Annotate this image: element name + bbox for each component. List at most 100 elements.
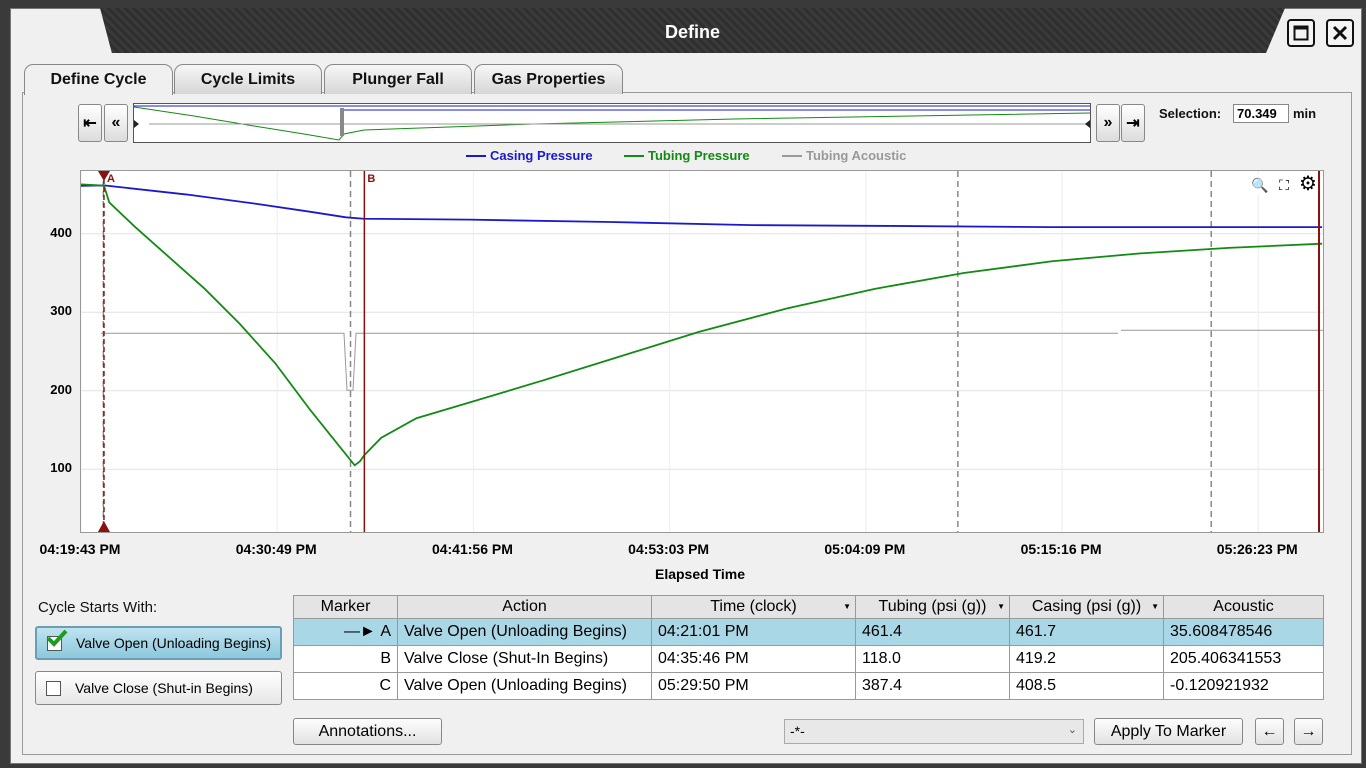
- col-tubing-label: Tubing (psi (g)): [878, 598, 987, 615]
- marker-dropdown[interactable]: -*- ⌄: [784, 719, 1084, 744]
- cell-tubing: 387.4: [855, 672, 1010, 700]
- apply-to-marker-button[interactable]: Apply To Marker: [1094, 718, 1243, 745]
- col-casing-label: Casing (psi (g)): [1031, 598, 1142, 615]
- cell-acoustic: -0.120921932: [1163, 672, 1324, 700]
- y-tick-label: 300: [50, 303, 72, 319]
- table-row[interactable]: B Valve Close (Shut-In Begins) 04:35:46 …: [293, 645, 1324, 673]
- bottom-alert-icon: [97, 521, 110, 532]
- col-action[interactable]: Action: [397, 595, 652, 619]
- magnifier-icon: 🔍: [1251, 176, 1269, 193]
- valve-open-checkbox[interactable]: [46, 629, 68, 651]
- check-icon: [46, 629, 68, 647]
- valve-open-label: Valve Open (Unloading Begins): [76, 635, 272, 651]
- arrow-left-icon: ←: [1261, 722, 1278, 740]
- maximize-button[interactable]: [1287, 19, 1315, 47]
- prev-marker-button[interactable]: ←: [1255, 718, 1284, 745]
- legend-tubing-label: Tubing Pressure: [648, 148, 750, 163]
- sort-arrow-icon: ▼: [997, 602, 1005, 611]
- sort-arrow-icon: ▼: [1151, 602, 1159, 611]
- cell-acoustic: 35.608478546: [1163, 618, 1324, 646]
- marker-label: A: [380, 623, 391, 640]
- cycle-start-valve-open[interactable]: Valve Open (Unloading Begins): [35, 626, 282, 660]
- tab-define-cycle[interactable]: Define Cycle: [24, 64, 173, 95]
- legend-tubing[interactable]: Tubing Pressure: [624, 148, 750, 163]
- legend-acoustic-swatch: [782, 154, 802, 157]
- gear-icon: ⚙: [1299, 172, 1317, 195]
- table-header-row: Marker Action Time (clock) ▼ Tubing (psi …: [293, 595, 1324, 619]
- legend-casing-swatch: [466, 154, 486, 157]
- valve-close-label: Valve Close (Shut-in Begins): [75, 680, 253, 696]
- legend-acoustic[interactable]: Tubing Acoustic: [782, 148, 906, 163]
- window-title: Define: [664, 22, 720, 42]
- legend-casing-label: Casing Pressure: [490, 148, 593, 163]
- x-tick-label: 04:53:03 PM: [628, 541, 710, 557]
- selection-input[interactable]: 70.349: [1233, 104, 1289, 123]
- go-to-start-button[interactable]: ⇤: [78, 104, 102, 142]
- table-row[interactable]: —► A Valve Open (Unloading Begins) 04:21…: [293, 618, 1324, 646]
- row-pointer-icon: —►: [344, 623, 381, 640]
- expand-icon: ⛶: [1279, 176, 1289, 193]
- tab-cycle-limits[interactable]: Cycle Limits: [174, 64, 322, 94]
- x-tick-label: 04:41:56 PM: [431, 541, 513, 557]
- x-axis-label: Elapsed Time: [654, 566, 745, 582]
- annotations-button[interactable]: Annotations...: [293, 718, 442, 745]
- double-left-icon: «: [111, 114, 121, 131]
- zoom-button[interactable]: 🔍: [1250, 175, 1270, 195]
- chart-plot-area[interactable]: AB: [80, 170, 1324, 533]
- col-acoustic[interactable]: Acoustic: [1163, 595, 1324, 619]
- table-row[interactable]: C Valve Open (Unloading Begins) 05:29:50…: [293, 672, 1324, 700]
- close-icon: [1332, 25, 1348, 41]
- cell-action: Valve Open (Unloading Begins): [397, 618, 652, 646]
- col-casing[interactable]: Casing (psi (g)) ▼: [1009, 595, 1164, 619]
- cell-marker: B: [293, 645, 398, 673]
- y-tick-label: 200: [50, 381, 72, 397]
- x-tick-label: 05:15:16 PM: [1020, 541, 1102, 557]
- page-forward-button[interactable]: »: [1096, 104, 1120, 142]
- col-time-label: Time (clock): [710, 598, 797, 615]
- legend-casing[interactable]: Casing Pressure: [466, 148, 593, 163]
- cell-action: Valve Close (Shut-In Begins): [397, 645, 652, 673]
- cell-time: 05:29:50 PM: [651, 672, 856, 700]
- y-tick-label: 100: [50, 460, 72, 476]
- tab-plunger-fall[interactable]: Plunger Fall: [324, 64, 472, 94]
- valve-close-checkbox[interactable]: [46, 680, 61, 696]
- cell-marker: C: [293, 672, 398, 700]
- cell-acoustic: 205.406341553: [1163, 645, 1324, 673]
- legend-tubing-swatch: [624, 154, 644, 157]
- cell-marker: —► A: [293, 618, 398, 646]
- arrow-right-icon: →: [1300, 722, 1317, 740]
- fit-button[interactable]: ⛶: [1274, 175, 1294, 195]
- x-tick-label: 05:04:09 PM: [824, 541, 906, 557]
- cell-time: 04:21:01 PM: [651, 618, 856, 646]
- cell-tubing: 461.4: [855, 618, 1010, 646]
- chart-legend: Casing Pressure Tubing Pressure Tubing A…: [80, 148, 1320, 166]
- close-button[interactable]: [1326, 19, 1354, 47]
- double-right-icon: »: [1103, 114, 1113, 131]
- cell-tubing: 118.0: [855, 645, 1010, 673]
- dropdown-value: -*-: [790, 723, 805, 739]
- col-marker[interactable]: Marker: [293, 595, 398, 619]
- x-tick-label: 04:19:43 PM: [39, 541, 121, 557]
- cell-time: 04:35:46 PM: [651, 645, 856, 673]
- cycle-marker-label: B: [367, 173, 375, 185]
- cell-casing: 419.2: [1009, 645, 1164, 673]
- go-to-end-button[interactable]: ⇥: [1121, 104, 1145, 142]
- tab-gas-properties[interactable]: Gas Properties: [474, 64, 623, 94]
- series-line-casing-pressure: [80, 184, 1323, 229]
- overview-spike: [340, 108, 344, 136]
- chevron-down-icon: ⌄: [1067, 724, 1077, 736]
- page-back-button[interactable]: «: [104, 104, 128, 142]
- col-time[interactable]: Time (clock) ▼: [651, 595, 856, 619]
- overview-strip[interactable]: [133, 103, 1091, 143]
- pressure-chart: AB: [80, 171, 1323, 532]
- cycle-starts-label: Cycle Starts With:: [38, 599, 158, 616]
- next-marker-button[interactable]: →: [1294, 718, 1323, 745]
- col-tubing[interactable]: Tubing (psi (g)) ▼: [855, 595, 1010, 619]
- cycle-start-valve-close[interactable]: Valve Close (Shut-in Begins): [35, 671, 282, 705]
- selection-label: Selection:: [1159, 106, 1222, 121]
- legend-acoustic-label: Tubing Acoustic: [806, 148, 907, 163]
- settings-button[interactable]: ⚙: [1298, 172, 1318, 195]
- overview-chart: [133, 105, 1091, 141]
- cycle-marker-label: A: [107, 173, 115, 185]
- series-line-tubing-acoustic: [101, 332, 1118, 391]
